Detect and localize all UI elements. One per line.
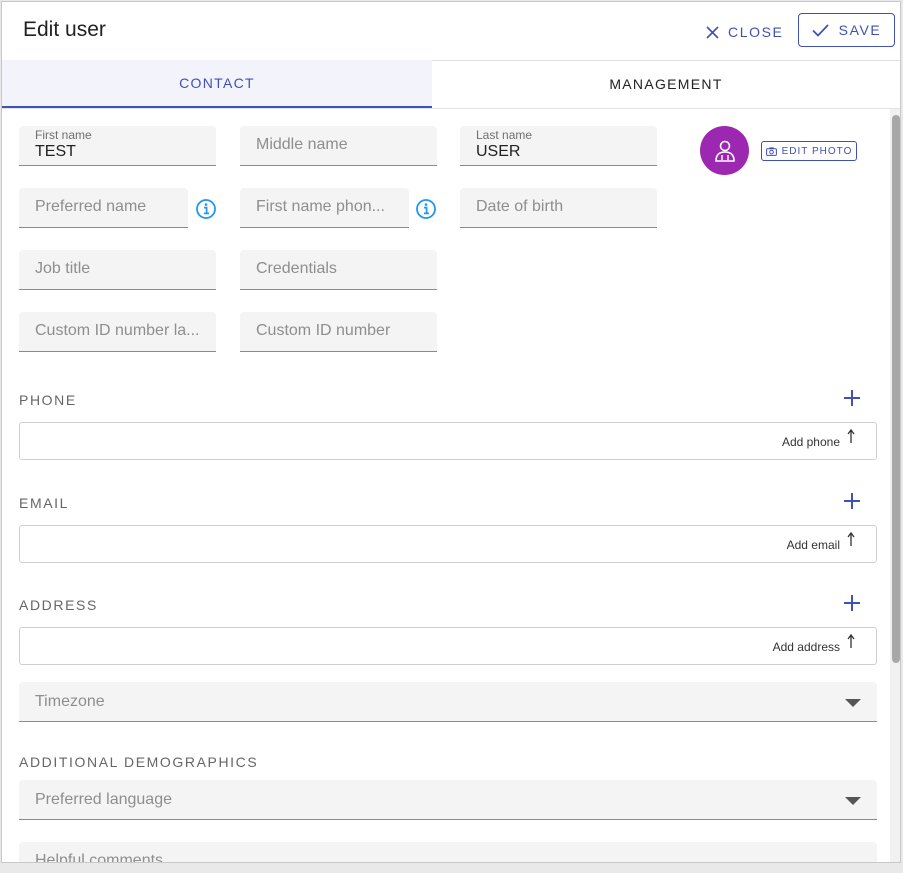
scrollbar-thumb[interactable] [892,115,900,663]
credentials-field[interactable]: Credentials [240,250,437,290]
helpful-comments-field[interactable]: Helpful comments [19,842,877,863]
job-title-field[interactable]: Job title [19,250,216,290]
timezone-placeholder: Timezone [35,693,105,710]
custom-id-number-placeholder: Custom ID number [256,322,391,339]
caret-down-icon [845,797,861,805]
preferred-name-field[interactable]: Preferred name [19,188,188,228]
add-address-plus-icon[interactable] [842,593,862,613]
timezone-select[interactable]: Timezone [19,682,877,722]
custom-id-label-placeholder: Custom ID number la... [35,322,200,339]
middle-name-placeholder: Middle name [256,136,348,153]
last-name-value: USER [476,143,521,160]
add-phone-button[interactable]: Add phone [19,422,877,460]
save-button[interactable]: SAVE [798,13,895,47]
add-phone-plus-icon[interactable] [842,388,862,408]
first-name-field[interactable]: First name TEST [19,126,216,166]
caret-down-icon [845,699,861,707]
info-icon[interactable] [415,198,437,220]
edit-user-dialog: Edit user CLOSE SAVE CONTACT MANAGEMENT … [1,1,901,863]
last-name-label: Last name [476,128,533,142]
dialog-header: Edit user CLOSE SAVE [2,2,900,61]
helpful-comments-placeholder: Helpful comments [35,852,164,863]
job-title-placeholder: Job title [35,260,91,277]
address-section-title: ADDRESS [19,597,98,613]
user-icon [714,140,735,162]
arrow-up-icon [847,531,855,546]
add-email-plus-icon[interactable] [842,491,862,511]
avatar[interactable] [700,126,749,175]
preferred-language-placeholder: Preferred language [35,791,172,808]
info-icon[interactable] [195,198,217,220]
phone-section-title: PHONE [19,392,77,408]
add-email-label: Add email [786,538,840,552]
contact-form: First name TEST Middle name Last name US… [2,109,900,863]
custom-id-label-field[interactable]: Custom ID number la... [19,312,216,352]
add-address-label: Add address [772,640,840,654]
credentials-placeholder: Credentials [256,260,337,277]
check-icon [812,23,829,37]
tab-management[interactable]: MANAGEMENT [432,60,900,108]
demographics-section-title: ADDITIONAL DEMOGRAPHICS [19,754,259,770]
preferred-language-select[interactable]: Preferred language [19,780,877,820]
edit-photo-button[interactable]: EDIT PHOTO [761,141,857,161]
dialog-title: Edit user [23,18,106,41]
first-name-label: First name [35,128,92,142]
add-address-button[interactable]: Add address [19,627,877,665]
custom-id-number-field[interactable]: Custom ID number [240,312,437,352]
first-name-phonetic-field[interactable]: First name phon... [240,188,409,228]
arrow-up-icon [847,633,855,648]
first-name-value: TEST [35,143,76,160]
preferred-name-placeholder: Preferred name [35,198,147,215]
tab-bar: CONTACT MANAGEMENT [2,60,900,109]
close-button[interactable]: CLOSE [706,21,783,43]
middle-name-field[interactable]: Middle name [240,126,437,166]
email-section-title: EMAIL [19,495,70,511]
date-of-birth-field[interactable]: Date of birth [460,188,657,228]
first-name-phonetic-placeholder: First name phon... [256,198,385,215]
tab-contact[interactable]: CONTACT [2,60,432,108]
save-label: SAVE [838,22,882,38]
camera-icon [765,146,777,156]
add-email-button[interactable]: Add email [19,525,877,563]
close-label: CLOSE [728,24,784,40]
add-phone-label: Add phone [781,435,840,449]
date-of-birth-placeholder: Date of birth [476,198,564,215]
last-name-field[interactable]: Last name USER [460,126,657,166]
close-icon [706,25,719,39]
edit-photo-label: EDIT PHOTO [781,145,853,157]
arrow-up-icon [847,428,855,443]
